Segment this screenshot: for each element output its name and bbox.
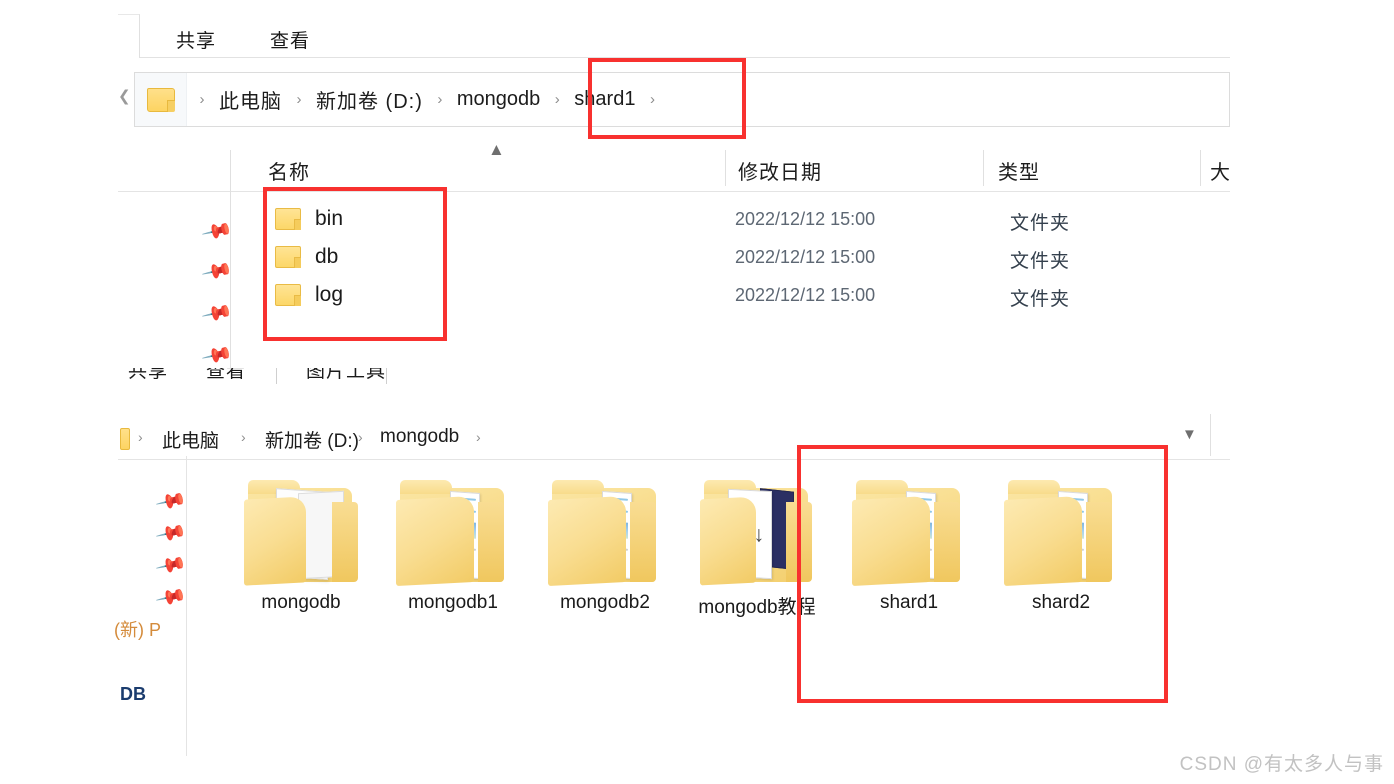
folder-icon xyxy=(275,284,301,306)
breadcrumb-shard1[interactable]: shard1 xyxy=(572,88,637,111)
tile-label: mongodb教程 xyxy=(698,597,816,618)
folder-icon xyxy=(275,208,301,230)
breadcrumb-this-pc[interactable]: 此电脑 xyxy=(162,426,219,453)
table-row[interactable]: db 2022/12/12 15:00 文件夹 xyxy=(275,240,1225,278)
lower-explorer-window: 共享 查看 图片工具 › 此电脑 › 新加卷 (D:) › mongodb › … xyxy=(114,368,1230,784)
tile-mongodb1[interactable]: mongodb1 xyxy=(378,476,528,614)
upper-column-header-row: ▲ 名称 修改日期 类型 大 xyxy=(118,140,1231,192)
lower-breadcrumb-bar[interactable]: › 此电脑 › 新加卷 (D:) › mongodb › ▼ xyxy=(118,410,1230,460)
pin-icon[interactable]: 📌 xyxy=(155,580,188,614)
breadcrumb-separator-icon: › xyxy=(199,91,205,108)
lower-ribbon-tab-strip: 共享 查看 图片工具 xyxy=(118,368,1230,402)
file-date-modified: 2022/12/12 15:00 xyxy=(735,285,876,305)
pin-icon[interactable]: 📌 xyxy=(201,338,234,372)
tile-label: mongodb2 xyxy=(560,592,650,613)
folder-icon xyxy=(275,246,301,268)
breadcrumb-drive-d[interactable]: 新加卷 (D:) xyxy=(314,85,425,114)
lower-nav-pin-column: 📌 📌 📌 📌 (新) P DB xyxy=(114,466,230,706)
column-header-size[interactable]: 大 xyxy=(1210,156,1231,185)
breadcrumb-mongodb[interactable]: mongodb xyxy=(455,88,542,111)
breadcrumb-separator-icon: › xyxy=(138,429,143,445)
upper-tab-view[interactable]: 查看 xyxy=(270,26,310,53)
pin-icon[interactable]: 📌 xyxy=(155,548,188,582)
column-header-name[interactable]: 名称 xyxy=(268,156,310,185)
breadcrumb-separator-icon: › xyxy=(649,91,655,108)
folder-pictures-icon xyxy=(1002,476,1120,588)
lower-tab-picture-tools[interactable]: 图片工具 xyxy=(306,368,386,383)
tile-shard1[interactable]: shard1 xyxy=(834,476,984,614)
upper-explorer-window: 共享 查看 ❮ › 此电脑 › 新加卷 (D:) › mongodb › sha… xyxy=(118,0,1230,400)
breadcrumb-folder-icon[interactable] xyxy=(120,428,130,450)
file-type: 文件夹 xyxy=(1010,213,1071,234)
pin-icon[interactable]: 📌 xyxy=(201,214,234,248)
breadcrumb-this-pc[interactable]: 此电脑 xyxy=(217,85,284,114)
file-date-modified: 2022/12/12 15:00 xyxy=(735,209,876,229)
folder-documents-icon xyxy=(242,476,360,588)
breadcrumb-folder-icon[interactable] xyxy=(135,73,187,126)
breadcrumb-separator-icon: › xyxy=(241,429,246,445)
file-name[interactable]: db xyxy=(315,245,338,269)
upper-address-row: ❮ › 此电脑 › 新加卷 (D:) › mongodb › shard1 › xyxy=(118,59,1230,139)
chevron-down-icon[interactable]: ▼ xyxy=(1182,426,1197,443)
table-row[interactable]: bin 2022/12/12 15:00 文件夹 xyxy=(275,202,1225,240)
breadcrumb-separator-icon: › xyxy=(554,91,560,108)
upper-ribbon-tab-strip: 共享 查看 xyxy=(118,0,1230,58)
upper-breadcrumb-bar[interactable]: › 此电脑 › 新加卷 (D:) › mongodb › shard1 › xyxy=(134,72,1230,127)
pin-icon[interactable]: 📌 xyxy=(155,484,188,518)
file-name[interactable]: log xyxy=(315,283,343,307)
breadcrumb-mongodb[interactable]: mongodb xyxy=(380,426,459,448)
lower-tab-share[interactable]: 共享 xyxy=(128,368,168,383)
folder-pictures-icon xyxy=(850,476,968,588)
folder-pictures-icon xyxy=(394,476,512,588)
table-row[interactable]: log 2022/12/12 15:00 文件夹 xyxy=(275,278,1225,316)
breadcrumb-drive-d[interactable]: 新加卷 (D:) xyxy=(265,426,359,453)
sort-ascending-caret-icon[interactable]: ▲ xyxy=(488,140,505,160)
tile-label: shard2 xyxy=(1031,592,1091,613)
column-header-type[interactable]: 类型 xyxy=(998,156,1040,185)
upper-tab-stub xyxy=(118,14,140,58)
upper-nav-pin-column: 📌 📌 📌 📌 xyxy=(118,190,234,390)
folder-markdown-icon: M↓ xyxy=(698,476,816,588)
upper-tab-share[interactable]: 共享 xyxy=(176,26,216,53)
back-chevron-icon[interactable]: ❮ xyxy=(118,89,131,104)
tile-label: mongodb1 xyxy=(408,592,498,613)
tile-label: shard1 xyxy=(879,592,939,613)
file-type: 文件夹 xyxy=(1010,289,1071,310)
tile-mongodb[interactable]: mongodb xyxy=(226,476,376,614)
breadcrumb-separator-icon: › xyxy=(358,429,363,445)
breadcrumb-separator-icon: › xyxy=(437,91,443,108)
lower-tab-view[interactable]: 查看 xyxy=(206,368,246,383)
tile-mongodb2[interactable]: mongodb2 xyxy=(530,476,680,614)
file-type: 文件夹 xyxy=(1010,251,1071,272)
nav-item-partial-new-p[interactable]: (新) P xyxy=(114,616,161,642)
file-date-modified: 2022/12/12 15:00 xyxy=(735,247,876,267)
folder-pictures-icon xyxy=(546,476,664,588)
pin-icon[interactable]: 📌 xyxy=(201,254,234,288)
tile-label: mongodb xyxy=(261,592,341,613)
pin-icon[interactable]: 📌 xyxy=(201,296,234,330)
breadcrumb-separator-icon: › xyxy=(476,429,481,445)
pin-icon[interactable]: 📌 xyxy=(155,516,188,550)
breadcrumb-separator-icon: › xyxy=(296,91,302,108)
column-header-date-modified[interactable]: 修改日期 xyxy=(738,156,822,185)
tile-mongodb-tutorial[interactable]: M↓ mongodb教程 xyxy=(682,476,832,619)
tile-shard2[interactable]: shard2 xyxy=(986,476,1136,614)
file-name[interactable]: bin xyxy=(315,207,343,231)
nav-item-partial-db[interactable]: DB xyxy=(120,684,146,705)
csdn-watermark: CSDN @有太多人与事 xyxy=(1179,754,1384,775)
lower-file-tile-grid: mongodb mongodb1 mongodb2 mongodb教程 shar… xyxy=(226,476,1226,676)
